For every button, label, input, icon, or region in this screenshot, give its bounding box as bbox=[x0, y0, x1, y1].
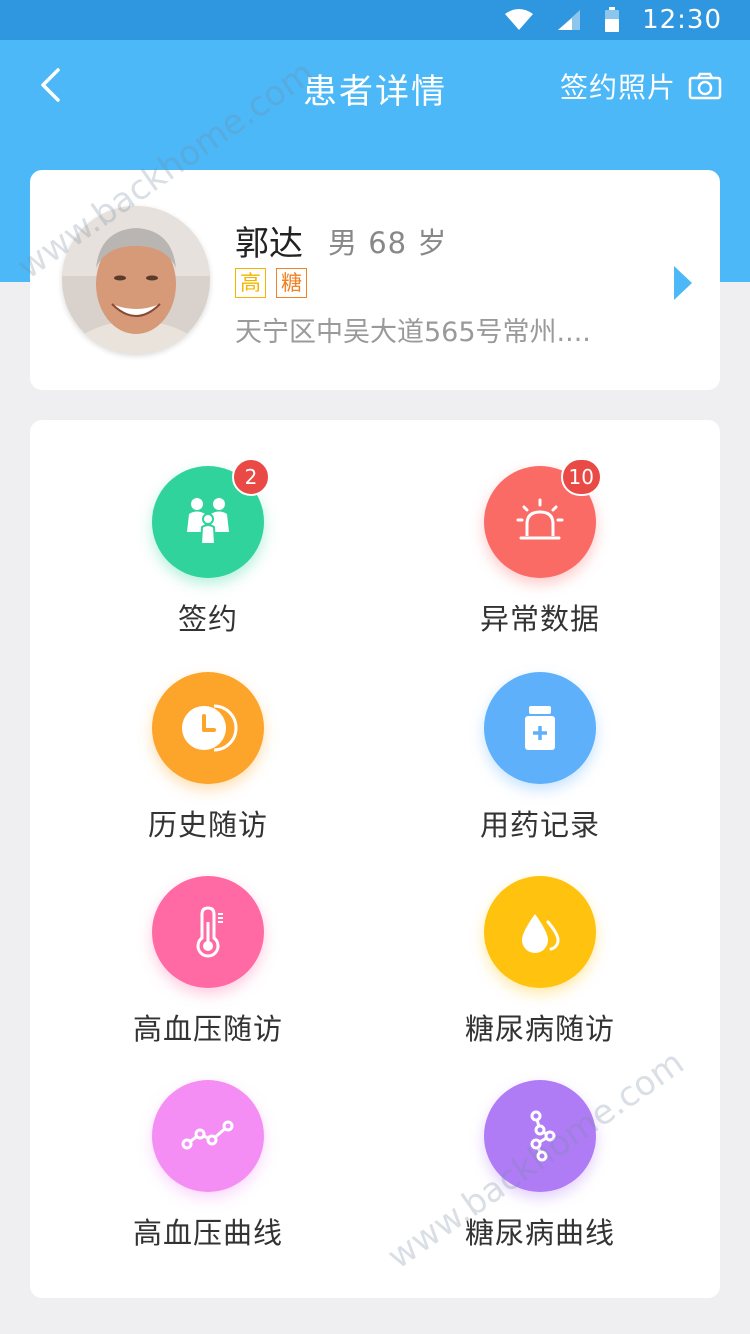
caret-right-icon bbox=[674, 266, 692, 300]
menu-item-abnormal-data[interactable]: 10 异常数据 bbox=[390, 458, 690, 656]
menu-item-label: 高血压随访 bbox=[132, 1012, 283, 1046]
menu-item-hypertension-curve[interactable]: 高血压曲线 bbox=[58, 1080, 358, 1270]
menu-item-medication-record[interactable]: 用药记录 bbox=[390, 672, 690, 862]
menu-item-label: 糖尿病随访 bbox=[464, 1012, 615, 1046]
navbar: 患者详情 签约照片 bbox=[0, 40, 750, 130]
function-menu: 2 签约 10 异常数据 历史随访 用药记录 高血压随访 糖尿病随访 高血压曲线… bbox=[30, 420, 720, 1298]
alarm-icon: 10 bbox=[484, 458, 602, 578]
clock-icon bbox=[152, 672, 264, 784]
patient-name: 郭达 bbox=[235, 224, 303, 264]
menu-item-label: 异常数据 bbox=[479, 602, 600, 636]
signing-badge: 2 bbox=[232, 458, 270, 496]
family-icon: 2 bbox=[152, 458, 270, 578]
patient-meta: 男 68 岁 bbox=[328, 220, 447, 262]
patient-age: 68 岁 bbox=[368, 226, 448, 260]
menu-item-signing[interactable]: 2 签约 bbox=[58, 458, 358, 656]
patient-card[interactable]: 郭达 男 68 岁 高 糖 天宁区中吴大道565号常州.... bbox=[30, 170, 720, 390]
trend-line-icon bbox=[484, 1080, 596, 1192]
menu-item-label: 用药记录 bbox=[479, 808, 600, 842]
signing-photo-button[interactable]: 签约照片 bbox=[560, 66, 722, 106]
patient-gender: 男 bbox=[328, 226, 359, 260]
signing-photo-label: 签约照片 bbox=[559, 71, 676, 104]
menu-item-hypertension-followup[interactable]: 高血压随访 bbox=[58, 876, 358, 1066]
status-bar: 12:30 bbox=[0, 0, 750, 40]
battery-icon bbox=[604, 7, 620, 33]
camera-icon bbox=[688, 72, 722, 100]
menu-item-label: 签约 bbox=[177, 602, 238, 636]
menu-item-diabetes-curve[interactable]: 糖尿病曲线 bbox=[390, 1080, 690, 1270]
status-time: 12:30 bbox=[642, 5, 722, 35]
drop-icon bbox=[484, 876, 596, 988]
menu-item-diabetes-followup[interactable]: 糖尿病随访 bbox=[390, 876, 690, 1066]
menu-item-label: 糖尿病曲线 bbox=[464, 1216, 615, 1250]
abnormal-data-badge: 10 bbox=[560, 458, 602, 496]
menu-item-label: 历史随访 bbox=[147, 808, 268, 842]
signal-icon bbox=[556, 8, 582, 32]
patient-tags: 高 糖 bbox=[235, 268, 307, 298]
line-chart-icon bbox=[152, 1080, 264, 1192]
tag-diabetes: 糖 bbox=[276, 268, 307, 298]
wifi-icon bbox=[504, 8, 534, 32]
medicine-bottle-icon bbox=[484, 672, 596, 784]
patient-avatar bbox=[62, 206, 210, 354]
thermometer-icon bbox=[152, 876, 264, 988]
tag-hypertension: 高 bbox=[235, 268, 266, 298]
menu-item-history-followup[interactable]: 历史随访 bbox=[58, 672, 358, 862]
menu-item-label: 高血压曲线 bbox=[132, 1216, 283, 1250]
patient-address: 天宁区中吴大道565号常州.... bbox=[235, 317, 591, 348]
